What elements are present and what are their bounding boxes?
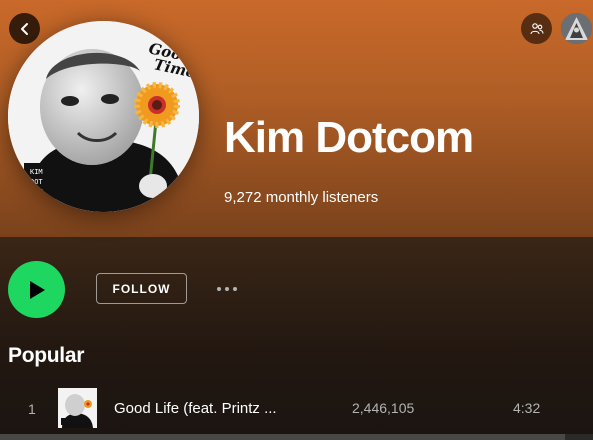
artist-image: Good Time KIM DOT COM — [8, 21, 199, 212]
artist-photo: Good Time KIM DOT COM — [8, 21, 199, 212]
play-button[interactable] — [8, 261, 65, 318]
artist-name: Kim Dotcom — [224, 113, 474, 162]
user-avatar-button[interactable] — [561, 13, 592, 44]
track-artwork — [58, 388, 97, 428]
track-artwork-image — [58, 388, 97, 428]
track-title: Good Life (feat. Printz ... — [114, 400, 277, 417]
more-icon-dot — [233, 287, 237, 291]
avatar-icon — [561, 13, 592, 44]
track-number: 1 — [28, 401, 36, 417]
track-duration: 4:32 — [513, 400, 541, 416]
track-row[interactable]: 1 Good Life (feat. Printz ... 2,446,105 … — [0, 384, 593, 432]
image-badge-line-1: KIM — [30, 168, 43, 176]
track-play-count: 2,446,105 — [352, 400, 415, 416]
monthly-listeners: 9,272 monthly listeners — [224, 189, 379, 206]
friends-icon — [529, 22, 544, 34]
horizontal-scrollbar[interactable] — [0, 434, 593, 440]
more-icon-dot — [217, 287, 221, 291]
friend-activity-button[interactable] — [521, 13, 552, 44]
back-button[interactable] — [9, 13, 40, 44]
more-options-button[interactable] — [210, 279, 244, 299]
more-icon-dot — [225, 287, 229, 291]
scrollbar-thumb[interactable] — [0, 434, 565, 440]
follow-button[interactable]: FOLLOW — [96, 273, 187, 304]
popular-section-title: Popular — [8, 344, 85, 367]
chevron-left-icon — [20, 22, 28, 35]
play-icon — [29, 280, 45, 299]
